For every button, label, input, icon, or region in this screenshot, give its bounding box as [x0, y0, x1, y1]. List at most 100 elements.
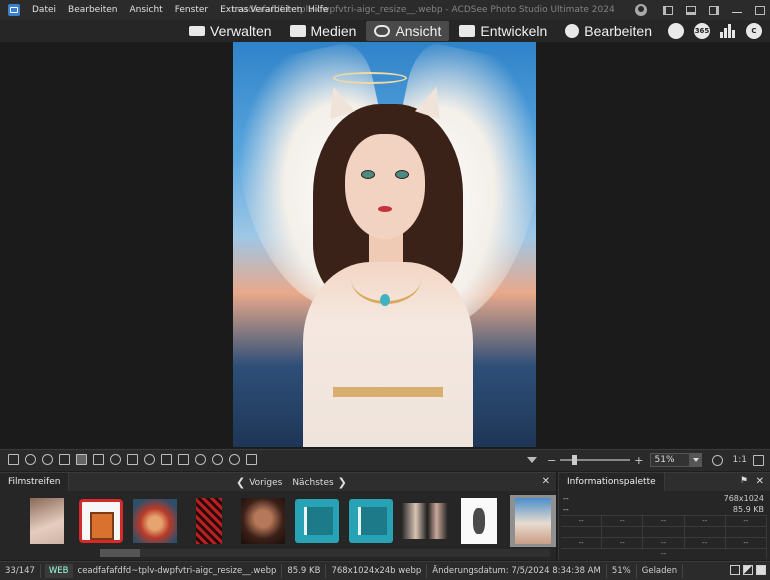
- rotate-right-icon[interactable]: [42, 454, 53, 465]
- info-cell: [602, 527, 644, 537]
- status-dimensions: 768x1024x24b webp: [326, 564, 428, 578]
- close-icon[interactable]: ✕: [542, 476, 550, 487]
- info-row2-left: --: [563, 505, 569, 514]
- media-icon: [289, 25, 306, 37]
- fullscreen-icon[interactable]: [753, 454, 764, 466]
- thumbnail[interactable]: [132, 495, 178, 547]
- filmstrip-panel: Filmstreifen ❮ Voriges Nächstes ❯ ✕: [0, 472, 556, 560]
- thumbnail[interactable]: [348, 495, 394, 547]
- menu-datei[interactable]: Datei: [26, 5, 62, 15]
- crop-icon[interactable]: [59, 454, 70, 465]
- mode-entwickeln-label: Entwickeln: [480, 23, 548, 39]
- main-image[interactable]: [233, 42, 536, 447]
- indicator-half-icon[interactable]: [743, 565, 753, 575]
- menu-fenster[interactable]: Fenster: [169, 5, 214, 15]
- zoom-slider-thumb[interactable]: [572, 455, 578, 465]
- filmstrip-tab[interactable]: Filmstreifen: [0, 473, 70, 491]
- thumbnail[interactable]: [78, 495, 124, 547]
- actual-size-icon[interactable]: [711, 454, 723, 466]
- thumbnail-image: [30, 498, 64, 544]
- close-icon[interactable]: ✕: [756, 476, 764, 487]
- info-grid-row: -- -- -- -- --: [561, 537, 768, 548]
- mode-right-icons: 365 C: [660, 21, 764, 41]
- toolbar-dropdown-icon[interactable]: [527, 457, 538, 463]
- right-eye-shape: [395, 170, 409, 179]
- thumbnail[interactable]: [456, 495, 502, 547]
- panel-bottom-icon[interactable]: [681, 2, 701, 18]
- toolbar-left: [8, 454, 263, 465]
- select-icon[interactable]: [93, 454, 104, 465]
- hand-icon[interactable]: [76, 454, 87, 465]
- app-icon[interactable]: [8, 4, 20, 16]
- manage-icon: [189, 26, 206, 36]
- thumbnail-image: [133, 499, 177, 543]
- thumbnail[interactable]: [402, 495, 448, 547]
- color-icon[interactable]: [195, 454, 206, 465]
- face-shape: [345, 134, 425, 239]
- zoom-icon[interactable]: [110, 454, 121, 465]
- user-icon[interactable]: [635, 4, 647, 16]
- thumbnail-image: [79, 499, 123, 543]
- filmstrip-scrollbar[interactable]: [100, 549, 550, 557]
- scrollbar-thumb[interactable]: [100, 549, 140, 557]
- info-cell: [561, 527, 603, 537]
- previous-button[interactable]: Voriges: [249, 478, 282, 488]
- menu-bearbeiten[interactable]: Bearbeiten: [62, 5, 123, 15]
- zoom-input[interactable]: 51%: [649, 453, 690, 467]
- pin-icon[interactable]: ⚑: [740, 476, 748, 486]
- info-cell: [726, 527, 768, 537]
- info-cell: --: [643, 516, 685, 526]
- dashboard-icon: [668, 23, 684, 39]
- thumbnail[interactable]: [294, 495, 340, 547]
- zoom-slider[interactable]: [560, 455, 631, 465]
- thumbnail-image: [349, 499, 393, 543]
- info-cell: --: [685, 516, 726, 526]
- actual-size-label[interactable]: 1:1: [733, 455, 747, 465]
- mode-verwalten[interactable]: Verwalten: [181, 21, 279, 41]
- info-cell: --: [685, 538, 726, 548]
- image-viewer[interactable]: [0, 42, 770, 448]
- histogram-icon[interactable]: [178, 454, 189, 465]
- menu-ansicht[interactable]: Ansicht: [123, 5, 168, 15]
- thumbnail[interactable]: [240, 495, 286, 547]
- info-palette-tab[interactable]: Informationspalette: [559, 473, 665, 491]
- info-cell: --: [726, 516, 768, 526]
- settings-icon[interactable]: [144, 454, 155, 465]
- minimize-button[interactable]: [727, 2, 747, 18]
- indicator-check-icon[interactable]: [756, 565, 766, 575]
- status-indicators: [727, 565, 766, 575]
- fit-icon[interactable]: [127, 454, 138, 465]
- 365-button[interactable]: 365: [692, 21, 712, 41]
- mode-entwickeln[interactable]: Entwickeln: [451, 21, 555, 41]
- zoom-dropdown[interactable]: [689, 453, 702, 467]
- indicator-box-icon[interactable]: [730, 565, 740, 575]
- toolbar-right: − + 51% 1:1: [527, 453, 764, 467]
- chevron-left-icon[interactable]: ❮: [236, 476, 245, 489]
- zoom-in-icon[interactable]: +: [634, 454, 643, 467]
- thumbnail[interactable]: [186, 495, 232, 547]
- zoom-out-icon[interactable]: −: [547, 454, 556, 467]
- compare-icon[interactable]: [161, 454, 172, 465]
- maximize-button[interactable]: [750, 2, 770, 18]
- focus-icon[interactable]: [212, 454, 223, 465]
- statistics-button[interactable]: [718, 21, 738, 41]
- thumbnail[interactable]: [24, 495, 70, 547]
- mode-medien[interactable]: Medien: [282, 21, 365, 41]
- export-icon[interactable]: [246, 454, 257, 465]
- thumbnail-selected[interactable]: [510, 495, 556, 547]
- status-bar: 33/147 WEB ceadfafafdfd~tplv-dwpfvtri-ai…: [0, 561, 770, 580]
- chevron-right-icon[interactable]: ❯: [338, 476, 347, 489]
- save-icon[interactable]: [8, 454, 19, 465]
- panel-right-icon[interactable]: [704, 2, 724, 18]
- dashboard-button[interactable]: [666, 21, 686, 41]
- mode-ansicht[interactable]: Ansicht: [366, 21, 450, 41]
- status-filename: ceadfafafdfd~tplv-dwpfvtri-aigc_resize__…: [73, 564, 283, 578]
- panel-left-icon[interactable]: [658, 2, 678, 18]
- mode-bearbeiten[interactable]: Bearbeiten: [557, 21, 660, 41]
- rotate-left-icon[interactable]: [25, 454, 36, 465]
- info-row1-left: --: [563, 494, 569, 503]
- play-icon[interactable]: [229, 454, 240, 465]
- next-button[interactable]: Nächstes: [292, 478, 333, 488]
- community-button[interactable]: C: [744, 21, 764, 41]
- info-palette: Informationspalette ⚑ ✕ -- 768x1024 -- 8…: [558, 472, 770, 560]
